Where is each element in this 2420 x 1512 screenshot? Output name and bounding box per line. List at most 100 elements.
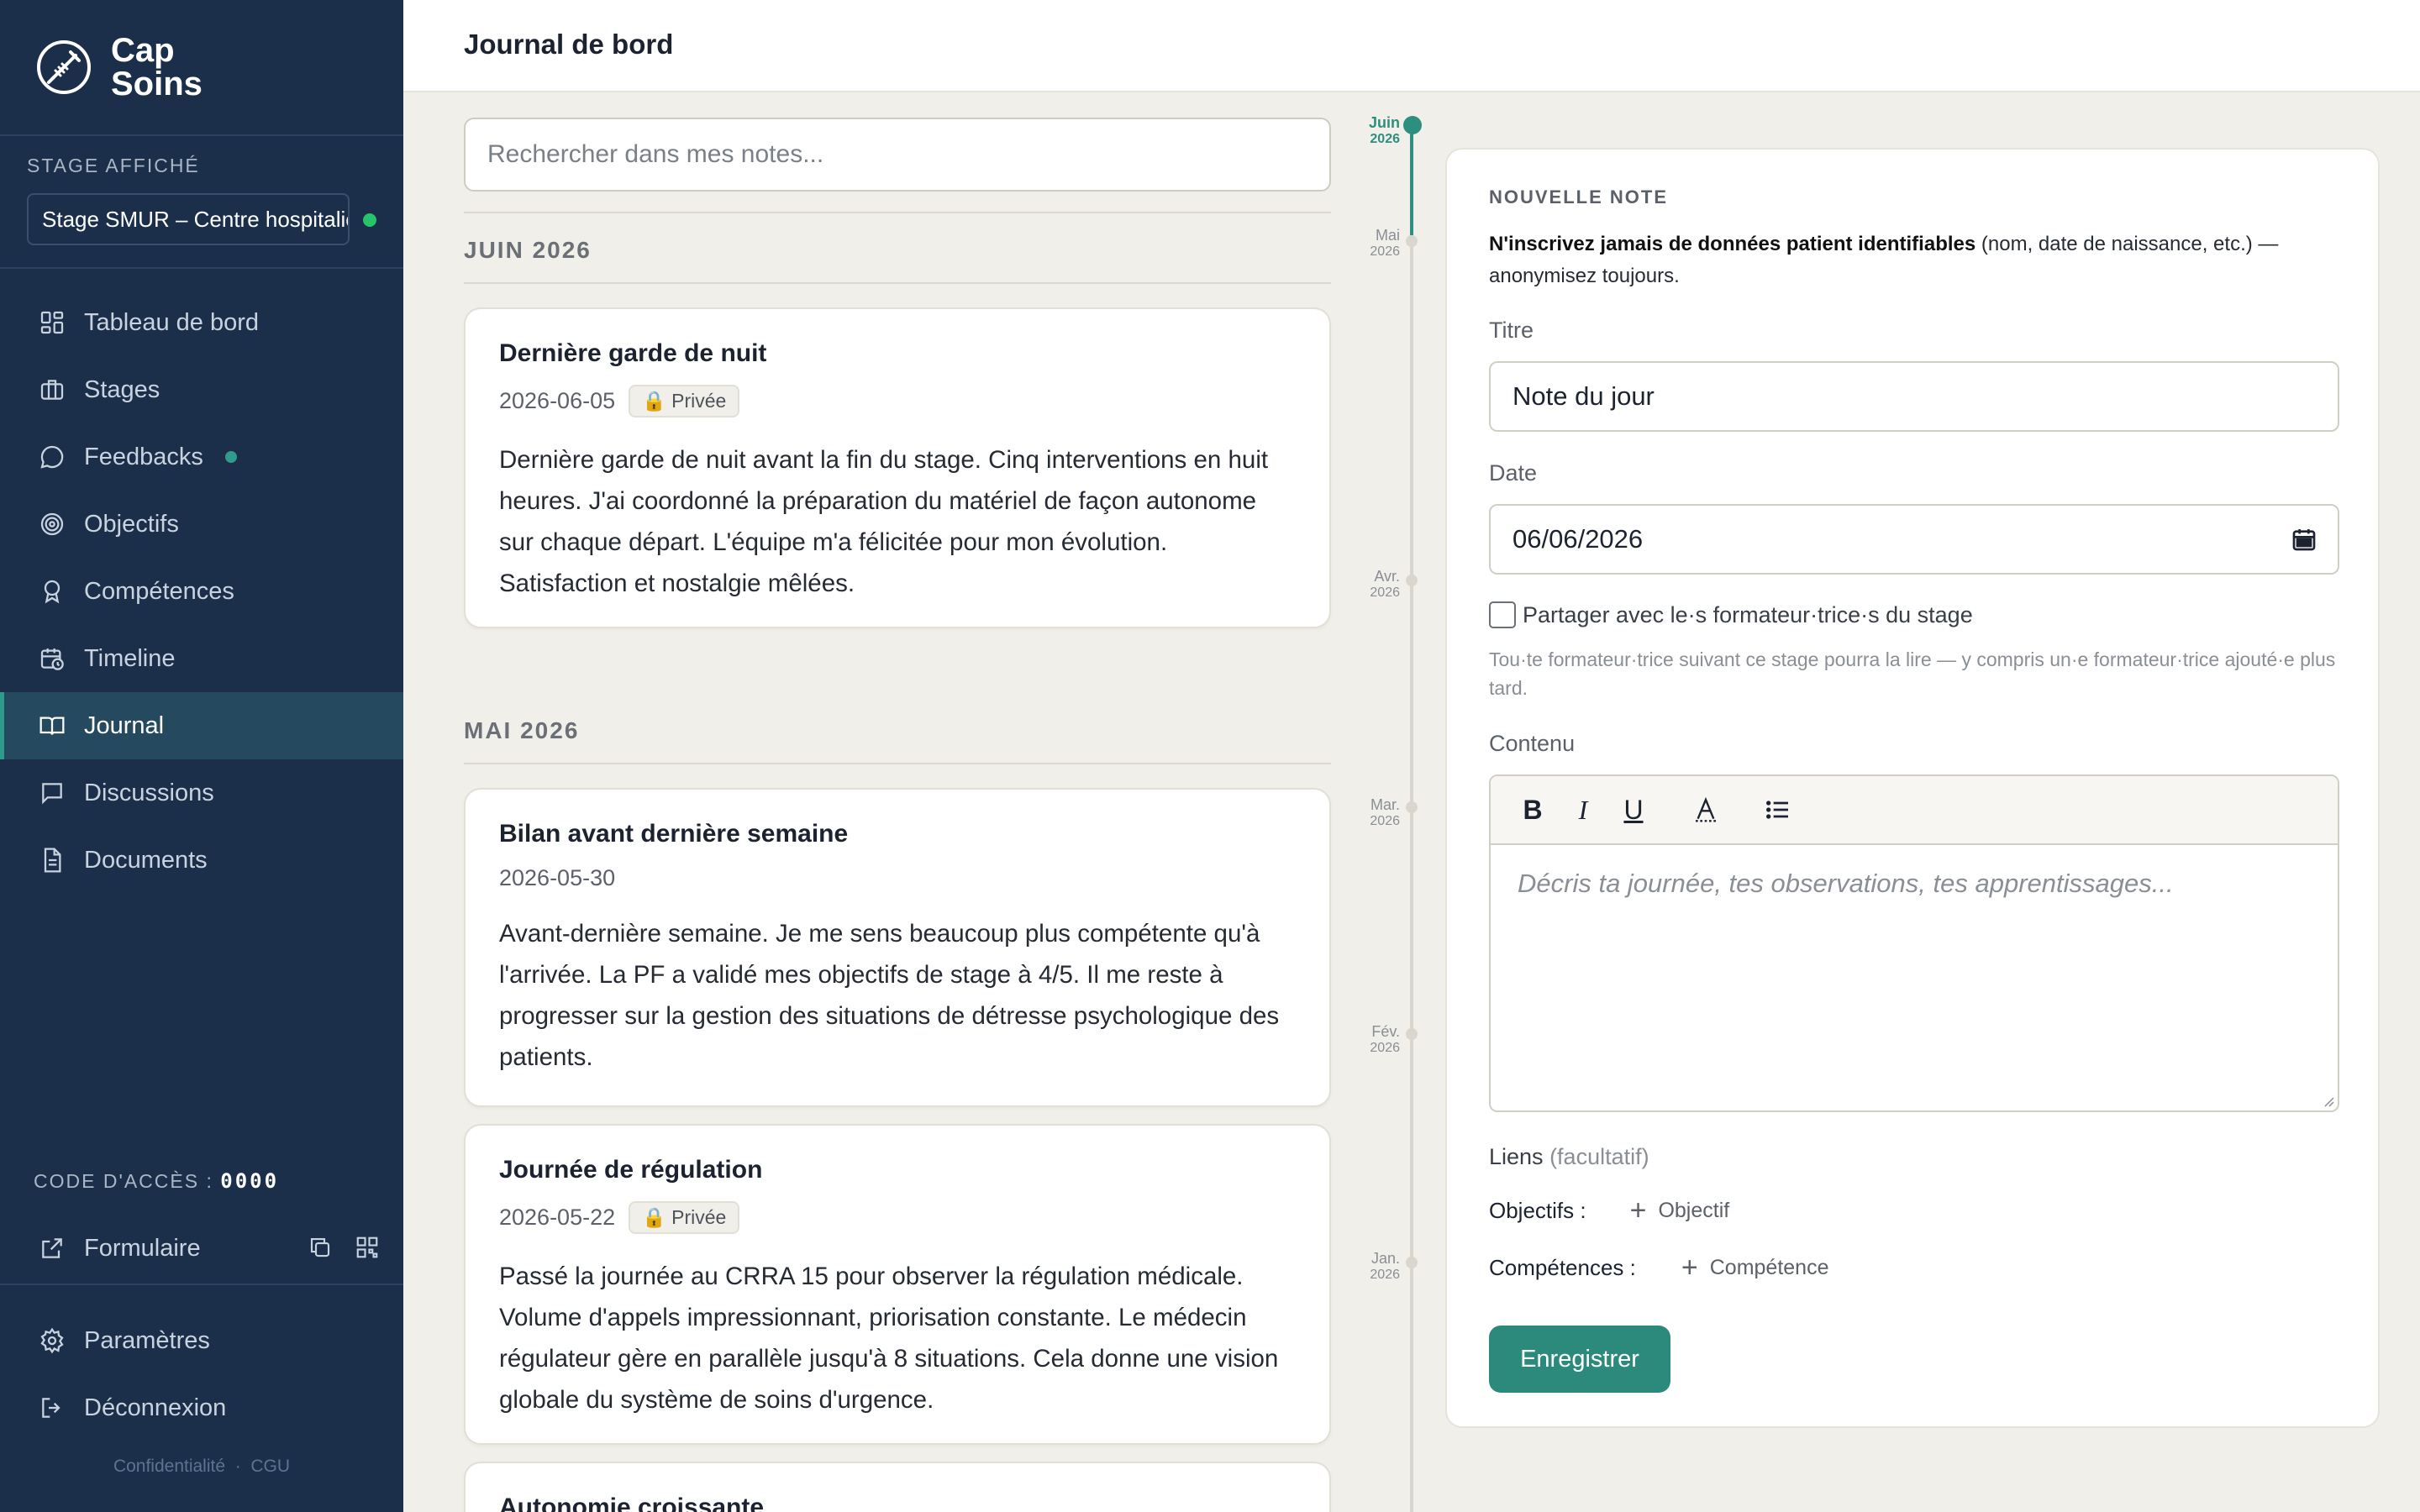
timeline-dot[interactable] bbox=[1406, 235, 1418, 247]
timeline-month[interactable]: Mar. 2026 bbox=[1341, 796, 1400, 830]
share-checkbox[interactable] bbox=[1489, 601, 1516, 628]
share-option[interactable]: Partager avec le·s formateur·trice·s du … bbox=[1489, 601, 1973, 628]
note-card[interactable]: Autonomie croissante bbox=[464, 1462, 1331, 1512]
form-link[interactable]: Formulaire bbox=[0, 1215, 403, 1282]
underline-button[interactable]: U bbox=[1617, 793, 1650, 827]
external-link-icon bbox=[42, 1238, 62, 1258]
timeline-dot[interactable] bbox=[1406, 1028, 1418, 1040]
skills-row: Compétences : + Compétence bbox=[1489, 1252, 1828, 1284]
bullet-list-button[interactable] bbox=[1761, 793, 1795, 827]
timeline-track bbox=[1410, 126, 1413, 1512]
sidebar-item-discussions[interactable]: Discussions bbox=[0, 759, 403, 827]
timeline-year: 2026 bbox=[1370, 244, 1400, 259]
brand-name: Cap Soins bbox=[111, 34, 203, 101]
links-label: Liens (facultatif) bbox=[1489, 1144, 1649, 1170]
sidebar-item-label: Déconnexion bbox=[84, 1394, 227, 1421]
timeline-month[interactable]: Fév. 2026 bbox=[1341, 1023, 1400, 1057]
highlight-button[interactable] bbox=[1689, 793, 1723, 827]
sidebar-item-stages[interactable]: Stages bbox=[0, 356, 403, 423]
copy-icon[interactable] bbox=[308, 1235, 333, 1260]
sidebar-item-label: Objectifs bbox=[84, 510, 179, 538]
sidebar-item-documents[interactable]: Documents bbox=[0, 827, 403, 894]
sidebar-item-feedbacks[interactable]: Feedbacks bbox=[0, 423, 403, 491]
legal-separator: · bbox=[234, 1457, 241, 1476]
calendar-clock-icon bbox=[40, 648, 64, 670]
timeline-year: 2026 bbox=[1370, 814, 1400, 828]
note-card[interactable]: Dernière garde de nuit 2026-06-05 🔒 Priv… bbox=[464, 307, 1331, 628]
content-editor: B I U Décris ta journée, tes observation… bbox=[1489, 774, 2339, 1112]
sidebar-item-timeline[interactable]: Timeline bbox=[0, 625, 403, 692]
briefcase-icon bbox=[40, 380, 64, 400]
sidebar-item-label: Tableau de bord bbox=[84, 308, 259, 336]
note-title: Journée de régulation bbox=[499, 1156, 763, 1184]
timeline-month-name: Jan. bbox=[1370, 1250, 1400, 1267]
timeline-dot[interactable] bbox=[1406, 1257, 1418, 1268]
timeline-dot-active[interactable] bbox=[1403, 116, 1422, 134]
target-icon bbox=[40, 512, 64, 536]
sidebar-divider bbox=[0, 1284, 403, 1285]
timeline-year: 2026 bbox=[1370, 585, 1400, 600]
sidebar-item-tableau-de-bord[interactable]: Tableau de bord bbox=[0, 289, 403, 356]
objectives-label: Objectifs : bbox=[1489, 1198, 1586, 1223]
resize-handle-icon[interactable] bbox=[2321, 1094, 2334, 1107]
stage-select[interactable]: Stage SMUR – Centre hospitalier bbox=[27, 193, 350, 245]
sidebar-item-deconnexion[interactable]: Déconnexion bbox=[0, 1374, 403, 1441]
plus-icon: + bbox=[1629, 1194, 1647, 1226]
italic-button[interactable]: I bbox=[1566, 793, 1600, 827]
note-card[interactable]: Bilan avant dernière semaine 2026-05-30 … bbox=[464, 788, 1331, 1107]
timeline-month[interactable]: Jan. 2026 bbox=[1341, 1250, 1400, 1284]
sidebar-item-label: Timeline bbox=[84, 644, 176, 672]
bold-button[interactable]: B bbox=[1516, 793, 1549, 827]
save-button[interactable]: Enregistrer bbox=[1489, 1326, 1670, 1393]
sidebar-item-parametres[interactable]: Paramètres bbox=[0, 1307, 403, 1374]
timeline-month[interactable]: Juin 2026 bbox=[1341, 114, 1400, 148]
sidebar-item-label: Paramètres bbox=[84, 1326, 210, 1354]
timeline-month[interactable]: Mai 2026 bbox=[1341, 227, 1400, 260]
date-value: 06/06/2026 bbox=[1512, 524, 1644, 554]
add-objective-label: Objectif bbox=[1658, 1199, 1730, 1222]
objectives-row: Objectifs : + Objectif bbox=[1489, 1194, 1729, 1227]
divider bbox=[464, 763, 1331, 764]
sidebar-divider bbox=[0, 134, 403, 136]
private-badge: 🔒 Privée bbox=[629, 385, 740, 417]
note-meta: 2026-05-30 bbox=[499, 865, 1296, 891]
timeline-dot[interactable] bbox=[1406, 801, 1418, 813]
sidebar-item-label: Journal bbox=[84, 711, 165, 739]
title-input[interactable]: Note du jour bbox=[1489, 361, 2339, 432]
brand[interactable]: Cap Soins bbox=[34, 34, 203, 101]
document-icon bbox=[44, 848, 61, 873]
highlighter-icon bbox=[1696, 796, 1716, 822]
timeline-month-name: Juin bbox=[1368, 114, 1400, 131]
timeline-dot[interactable] bbox=[1406, 575, 1418, 586]
sidebar-item-competences[interactable]: Compétences bbox=[0, 558, 403, 625]
sidebar-item-journal[interactable]: Journal bbox=[0, 692, 403, 759]
note-card[interactable]: Journée de régulation 2026-05-22 🔒 Privé… bbox=[464, 1124, 1331, 1445]
add-skill-button[interactable]: + Compétence bbox=[1681, 1252, 1829, 1284]
note-title: Bilan avant dernière semaine bbox=[499, 820, 849, 848]
sidebar-item-label: Stages bbox=[84, 375, 160, 403]
privacy-link[interactable]: Confidentialité bbox=[113, 1457, 225, 1476]
skills-label: Compétences : bbox=[1489, 1255, 1636, 1280]
sidebar-item-objectifs[interactable]: Objectifs bbox=[0, 491, 403, 558]
qr-code-icon[interactable] bbox=[355, 1235, 380, 1260]
title-label: Titre bbox=[1489, 318, 1534, 343]
date-input[interactable]: 06/06/2026 bbox=[1489, 504, 2339, 575]
date-label: Date bbox=[1489, 460, 1538, 486]
content-textarea[interactable]: Décris ta journée, tes observations, tes… bbox=[1491, 845, 2338, 922]
links-optional: (facultatif) bbox=[1549, 1144, 1649, 1169]
sidebar-item-label: Documents bbox=[84, 846, 208, 874]
main-nav: Tableau de bord Stages Feedbacks Objecti… bbox=[0, 289, 403, 894]
calendar-icon[interactable] bbox=[2291, 526, 2317, 553]
month-heading: MAI 2026 bbox=[464, 717, 580, 743]
note-date: 2026-05-22 bbox=[499, 1205, 616, 1230]
timeline-month-name: Avr. bbox=[1374, 568, 1400, 585]
bottom-nav: Paramètres Déconnexion bbox=[0, 1307, 403, 1441]
terms-link[interactable]: CGU bbox=[250, 1457, 290, 1476]
timeline-month[interactable]: Avr. 2026 bbox=[1341, 568, 1400, 601]
editor-toolbar: B I U bbox=[1491, 776, 2338, 845]
content-label: Contenu bbox=[1489, 731, 1576, 756]
search-input[interactable]: Rechercher dans mes notes... bbox=[464, 118, 1331, 192]
access-code: CODE D'ACCÈS : 0000 bbox=[34, 1169, 279, 1193]
add-objective-button[interactable]: + Objectif bbox=[1630, 1194, 1730, 1227]
divider bbox=[464, 282, 1331, 284]
